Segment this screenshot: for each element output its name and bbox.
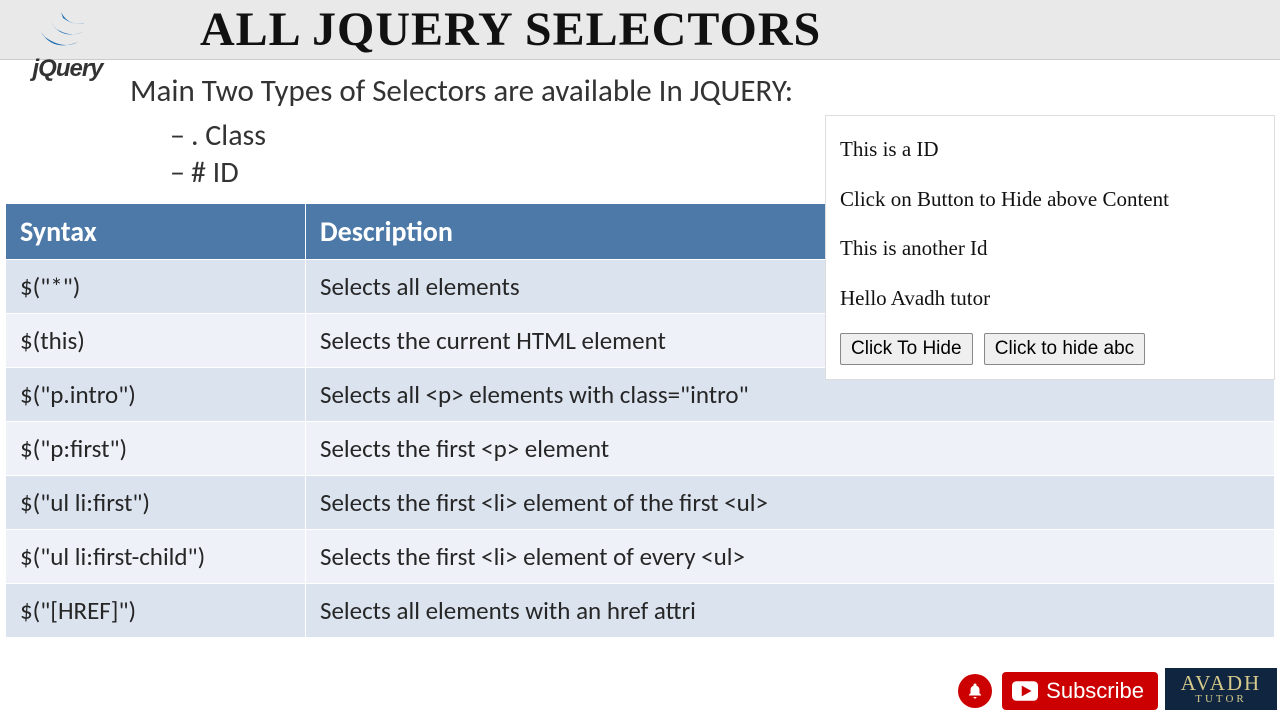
cell-syntax: $("*"): [6, 259, 306, 313]
header-bar: jQuery ALL JQUERY SELECTORS: [0, 0, 1280, 60]
cell-description: Selects the first <li> element of every …: [306, 529, 1275, 583]
demo-text-id: This is a ID: [840, 134, 1260, 166]
subtitle: Main Two Types of Selectors are availabl…: [130, 72, 1280, 111]
cell-syntax: $(this): [6, 313, 306, 367]
badge-line1: AVADH: [1181, 673, 1261, 694]
col-syntax: Syntax: [6, 203, 306, 259]
table-row: $("ul li:first-child")Selects the first …: [6, 529, 1275, 583]
subscribe-button[interactable]: Subscribe: [1002, 672, 1158, 710]
cell-syntax: $("p:first"): [6, 421, 306, 475]
cell-description: Selects the first <li> element of the fi…: [306, 475, 1275, 529]
cell-syntax: $("ul li:first-child"): [6, 529, 306, 583]
bullet-text: . Class: [191, 117, 266, 154]
table-row: $("p:first")Selects the first <p> elemen…: [6, 421, 1275, 475]
cell-description: Selects the first <p> element: [306, 421, 1275, 475]
subscribe-block: Subscribe: [958, 672, 1158, 710]
demo-text-hello: Hello Avadh tutor: [840, 283, 1260, 315]
badge-line2: TUTOR: [1195, 694, 1246, 705]
demo-text-instruction: Click on Button to Hide above Content: [840, 184, 1260, 216]
click-to-hide-button[interactable]: Click To Hide: [840, 333, 973, 365]
cell-syntax: $("ul li:first"): [6, 475, 306, 529]
jquery-logo-text: jQuery: [10, 55, 125, 83]
click-to-hide-abc-button[interactable]: Click to hide abc: [984, 333, 1145, 365]
cell-syntax: $("[HREF]"): [6, 583, 306, 637]
jquery-swoosh-icon: [33, 2, 103, 57]
cell-description: Selects all elements with an href attri: [306, 583, 1275, 637]
bullet-text: # ID: [191, 154, 239, 191]
table-row: $("ul li:first")Selects the first <li> e…: [6, 475, 1275, 529]
table-row: $("[HREF]")Selects all elements with an …: [6, 583, 1275, 637]
cell-syntax: $("p.intro"): [6, 367, 306, 421]
page-title: ALL JQUERY SELECTORS: [200, 2, 821, 57]
demo-panel: This is a ID Click on Button to Hide abo…: [825, 115, 1275, 380]
youtube-play-icon: [1012, 681, 1038, 701]
demo-text-another-id: This is another Id: [840, 233, 1260, 265]
jquery-logo: jQuery: [10, 0, 125, 83]
avadh-tutor-badge: AVADH TUTOR: [1165, 668, 1277, 710]
notification-bell-icon[interactable]: [958, 674, 992, 708]
subscribe-label: Subscribe: [1046, 678, 1144, 704]
